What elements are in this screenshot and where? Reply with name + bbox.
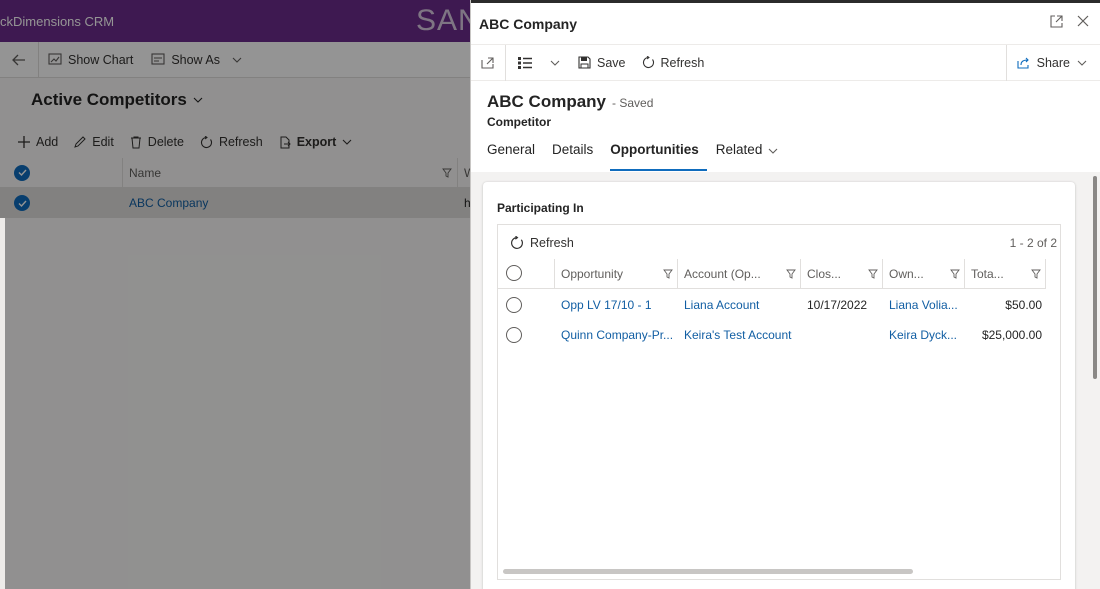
column-header-total[interactable]: Tota... <box>965 259 1046 289</box>
vertical-scrollbar[interactable] <box>1091 176 1099 589</box>
vertical-scrollbar-thumb[interactable] <box>1093 176 1097 379</box>
table-row[interactable]: Quinn Company-Pr... Keira's Test Account… <box>498 320 1046 350</box>
table-row[interactable]: Opp LV 17/10 - 1 Liana Account 10/17/202… <box>498 290 1046 320</box>
open-in-new-window-icon <box>1050 15 1063 28</box>
tab-general-label: General <box>487 142 536 157</box>
owner-link[interactable]: Liana Volia... <box>883 290 965 320</box>
tab-general[interactable]: General <box>487 142 543 172</box>
chevron-down-icon <box>1077 60 1087 66</box>
column-header-owner[interactable]: Own... <box>883 259 965 289</box>
close-date-cell <box>801 320 883 350</box>
checkbox-column <box>498 259 555 289</box>
column-header-opportunity[interactable]: Opportunity <box>555 259 678 289</box>
record-count: 1 - 2 of 2 <box>1009 236 1057 250</box>
save-label: Save <box>597 55 626 70</box>
filter-icon <box>950 269 960 279</box>
share-icon <box>1017 57 1029 69</box>
form-tabs: General Details Opportunities Related <box>487 142 795 172</box>
column-header-total-label: Tota... <box>971 267 1004 281</box>
open-in-new-window-button[interactable] <box>1050 15 1063 28</box>
tab-opportunities-label: Opportunities <box>610 142 699 157</box>
opportunity-link[interactable]: Quinn Company-Pr... <box>555 320 678 350</box>
filter-icon <box>868 269 878 279</box>
close-button[interactable] <box>1077 15 1089 28</box>
total-cell: $25,000.00 <box>981 328 1042 342</box>
section-title: Participating In <box>497 201 584 215</box>
record-title: ABC Company - Saved <box>487 92 653 112</box>
background-app: ckDimensions CRM SAN Show Chart Show As … <box>0 0 470 589</box>
subgrid-refresh-button[interactable]: Refresh <box>498 232 586 254</box>
row-select-radio[interactable] <box>506 327 522 343</box>
record-side-panel: ABC Company Save Refresh Share ABC Compa… <box>470 0 1100 589</box>
screen: ckDimensions CRM SAN Show Chart Show As … <box>0 0 1100 589</box>
left-edge <box>0 218 5 589</box>
record-name: ABC Company <box>487 92 607 111</box>
refresh-label: Refresh <box>660 55 705 70</box>
save-icon <box>578 56 591 69</box>
list-icon <box>518 56 532 69</box>
account-link[interactable]: Liana Account <box>678 290 801 320</box>
open-record-button[interactable] <box>471 45 505 80</box>
save-button[interactable]: Save <box>570 45 634 80</box>
close-date-cell: 10/17/2022 <box>807 298 868 312</box>
refresh-icon <box>642 56 654 69</box>
owner-link[interactable]: Keira Dyck... <box>883 320 965 350</box>
opportunity-link[interactable]: Opp LV 17/10 - 1 <box>555 290 678 320</box>
total-cell: $50.00 <box>1005 298 1042 312</box>
chevron-down-icon <box>550 60 560 66</box>
share-label: Share <box>1036 56 1070 70</box>
column-header-owner-label: Own... <box>889 267 924 281</box>
filter-icon <box>786 269 796 279</box>
panel-header-actions <box>1050 15 1089 28</box>
subgrid-header: Opportunity Account (Op... Clos... Own..… <box>498 259 1046 289</box>
refresh-icon <box>511 236 523 249</box>
horizontal-scrollbar[interactable] <box>503 569 913 574</box>
column-header-opportunity-label: Opportunity <box>561 267 624 281</box>
tab-opportunities[interactable]: Opportunities <box>610 142 707 172</box>
account-link[interactable]: Keira's Test Account <box>678 320 801 350</box>
column-header-close-label: Clos... <box>807 267 842 281</box>
column-header-account-label: Account (Op... <box>684 267 761 281</box>
entity-name: Competitor <box>487 115 551 129</box>
filter-icon <box>663 269 673 279</box>
chevron-down-icon <box>768 148 778 154</box>
opportunities-subgrid: Refresh 1 - 2 of 2 Opportunity Account (… <box>497 224 1061 580</box>
panel-header: ABC Company <box>471 3 1100 45</box>
refresh-button[interactable]: Refresh <box>634 45 713 80</box>
tab-details[interactable]: Details <box>552 142 601 172</box>
subgrid-refresh-label: Refresh <box>530 236 574 250</box>
open-record-icon <box>481 56 494 69</box>
panel-title: ABC Company <box>479 15 578 32</box>
tab-related[interactable]: Related <box>716 142 787 172</box>
save-status: - Saved <box>612 96 654 110</box>
column-header-account[interactable]: Account (Op... <box>678 259 801 289</box>
row-select-radio[interactable] <box>506 297 522 313</box>
section-card: Participating In Refresh 1 - 2 of 2 Oppo… <box>483 182 1075 589</box>
tab-details-label: Details <box>552 142 594 157</box>
subgrid-toolbar: Refresh <box>498 232 1060 254</box>
share-button[interactable]: Share <box>1005 45 1100 81</box>
filter-icon <box>1031 269 1041 279</box>
modal-overlay[interactable] <box>0 0 470 589</box>
form-selector-button[interactable] <box>506 45 570 80</box>
record-command-bar: Save Refresh Share <box>471 44 1100 81</box>
tab-related-label: Related <box>715 142 763 157</box>
close-icon <box>1077 15 1089 27</box>
column-header-close-date[interactable]: Clos... <box>801 259 883 289</box>
